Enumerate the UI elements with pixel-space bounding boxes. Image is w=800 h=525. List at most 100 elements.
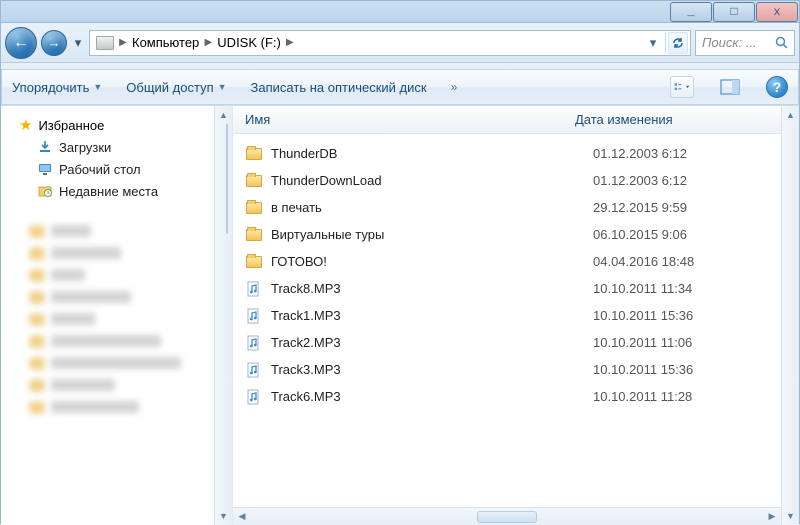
arrow-left-icon: ← bbox=[13, 35, 29, 51]
sidebar-item-label: Недавние места bbox=[59, 184, 158, 199]
folder-icon bbox=[29, 245, 45, 261]
item-name: ThunderDownLoad bbox=[271, 173, 593, 188]
item-name: Track8.MP3 bbox=[271, 281, 593, 296]
minimize-button[interactable]: _ bbox=[670, 2, 712, 22]
item-name: Track6.MP3 bbox=[271, 389, 593, 404]
item-date: 01.12.2003 6:12 bbox=[593, 173, 799, 188]
folder-icon bbox=[29, 355, 45, 371]
scroll-left-icon[interactable]: ◀ bbox=[233, 511, 251, 522]
sidebar-item-blurred[interactable]: . bbox=[1, 396, 232, 418]
sidebar-item-recent[interactable]: Недавние места bbox=[1, 180, 232, 202]
horizontal-scroll-thumb[interactable] bbox=[477, 511, 537, 523]
item-date: 29.12.2015 9:59 bbox=[593, 200, 799, 215]
item-date: 10.10.2011 11:34 bbox=[593, 281, 799, 296]
chevron-right-icon[interactable]: ▶ bbox=[285, 37, 295, 48]
sidebar-item-downloads[interactable]: Загрузки bbox=[1, 136, 232, 158]
list-item[interactable]: ThunderDB01.12.2003 6:12 bbox=[233, 140, 799, 167]
sidebar-item-blurred[interactable]: . bbox=[1, 352, 232, 374]
sidebar-item-blurred[interactable]: . bbox=[1, 286, 232, 308]
item-name: Виртуальные туры bbox=[271, 227, 593, 242]
sidebar-item-blurred[interactable]: . bbox=[1, 242, 232, 264]
item-date: 10.10.2011 15:36 bbox=[593, 308, 799, 323]
close-button[interactable]: x bbox=[756, 2, 798, 22]
item-name: Track3.MP3 bbox=[271, 362, 593, 377]
sidebar-item-blurred[interactable]: . bbox=[1, 264, 232, 286]
list-item[interactable]: Track6.MP310.10.2011 11:28 bbox=[233, 383, 799, 410]
recent-icon bbox=[37, 183, 53, 199]
list-item[interactable]: Track2.MP310.10.2011 11:06 bbox=[233, 329, 799, 356]
column-name[interactable]: Имя bbox=[245, 112, 575, 127]
sidebar-item-desktop[interactable]: Рабочий стол bbox=[1, 158, 232, 180]
folder-icon bbox=[29, 267, 45, 283]
content-scrollbar-horizontal[interactable]: ◀ ▶ bbox=[233, 507, 781, 525]
folder-icon bbox=[29, 333, 45, 349]
search-input[interactable]: Поиск: ... bbox=[695, 30, 795, 56]
maximize-button[interactable]: □ bbox=[713, 2, 755, 22]
scroll-up-icon[interactable]: ▲ bbox=[786, 106, 795, 124]
views-button[interactable] bbox=[670, 76, 694, 98]
list-item[interactable]: Track8.MP310.10.2011 11:34 bbox=[233, 275, 799, 302]
list-item[interactable]: Track3.MP310.10.2011 15:36 bbox=[233, 356, 799, 383]
item-date: 10.10.2011 11:06 bbox=[593, 335, 799, 350]
forward-button[interactable]: → bbox=[41, 30, 67, 56]
sidebar-item-blurred[interactable]: . bbox=[1, 220, 232, 242]
downloads-icon bbox=[37, 139, 53, 155]
list-item[interactable]: Track1.MP310.10.2011 15:36 bbox=[233, 302, 799, 329]
list-item[interactable]: Виртуальные туры06.10.2015 9:06 bbox=[233, 221, 799, 248]
content-scrollbar-vertical[interactable]: ▲ ▼ bbox=[781, 106, 799, 525]
sidebar-item-blurred[interactable]: . bbox=[1, 374, 232, 396]
scroll-down-icon[interactable]: ▼ bbox=[219, 507, 228, 525]
item-name: ГОТОВО! bbox=[271, 254, 593, 269]
navigation-bar: ← → ▾ ▶ Компьютер ▶ UDISK (F:) ▶ ▾ Поиск… bbox=[1, 23, 799, 63]
sidebar-item-label: Загрузки bbox=[59, 140, 111, 155]
scroll-down-icon[interactable]: ▼ bbox=[786, 507, 795, 525]
history-dropdown[interactable]: ▾ bbox=[71, 27, 85, 59]
list-item[interactable]: в печать29.12.2015 9:59 bbox=[233, 194, 799, 221]
item-name: в печать bbox=[271, 200, 593, 215]
scroll-right-icon[interactable]: ▶ bbox=[763, 511, 781, 522]
breadcrumb-drive[interactable]: UDISK (F:) bbox=[213, 31, 285, 55]
search-icon bbox=[774, 35, 790, 51]
sidebar: ★ Избранное Загрузки Рабочий стол Недавние… bbox=[1, 106, 233, 525]
body: ★ Избранное Загрузки Рабочий стол Недавние… bbox=[1, 105, 799, 525]
burn-disc-button[interactable]: Записать на оптический диск bbox=[251, 80, 427, 95]
arrow-right-icon: → bbox=[48, 36, 61, 49]
organize-button[interactable]: Упорядочить▼ bbox=[12, 80, 102, 95]
address-dropdown[interactable]: ▾ bbox=[643, 32, 663, 54]
address-bar[interactable]: ▶ Компьютер ▶ UDISK (F:) ▶ ▾ bbox=[89, 30, 691, 56]
help-button[interactable]: ? bbox=[766, 76, 788, 98]
sidebar-scroll-thumb[interactable] bbox=[226, 124, 228, 234]
item-name: Track1.MP3 bbox=[271, 308, 593, 323]
list-item[interactable]: ThunderDownLoad01.12.2003 6:12 bbox=[233, 167, 799, 194]
sidebar-favorites-header[interactable]: ★ Избранное bbox=[1, 114, 232, 136]
sidebar-item-blurred[interactable]: . bbox=[1, 308, 232, 330]
chevron-down-icon: ▼ bbox=[218, 82, 227, 92]
folder-icon bbox=[245, 172, 263, 190]
share-button[interactable]: Общий доступ▼ bbox=[126, 80, 226, 95]
preview-pane-icon bbox=[720, 79, 740, 95]
item-date: 06.10.2015 9:06 bbox=[593, 227, 799, 242]
refresh-button[interactable] bbox=[668, 32, 688, 54]
folder-icon bbox=[29, 289, 45, 305]
item-date: 10.10.2011 11:28 bbox=[593, 389, 799, 404]
desktop-icon bbox=[37, 161, 53, 177]
audio-file-icon bbox=[245, 361, 263, 379]
back-button[interactable]: ← bbox=[5, 27, 37, 59]
preview-pane-button[interactable] bbox=[718, 76, 742, 98]
column-date[interactable]: Дата изменения bbox=[575, 112, 799, 127]
chevron-down-icon: ▼ bbox=[93, 82, 102, 92]
list-item[interactable]: ГОТОВО!04.04.2016 18:48 bbox=[233, 248, 799, 275]
sidebar-scrollbar[interactable]: ▲ ▼ bbox=[214, 106, 232, 525]
chevron-right-icon[interactable]: ▶ bbox=[118, 37, 128, 48]
toolbar: Упорядочить▼ Общий доступ▼ Записать на о… bbox=[1, 69, 799, 105]
chevron-right-icon[interactable]: ▶ bbox=[203, 37, 213, 48]
search-placeholder: Поиск: ... bbox=[702, 35, 757, 50]
scroll-up-icon[interactable]: ▲ bbox=[219, 106, 228, 124]
sidebar-item-blurred[interactable]: . bbox=[1, 330, 232, 352]
column-headers: Имя Дата изменения bbox=[233, 106, 799, 134]
overflow-button[interactable]: » bbox=[451, 80, 458, 94]
title-bar: _ □ x bbox=[1, 1, 799, 23]
audio-file-icon bbox=[245, 307, 263, 325]
breadcrumb-computer[interactable]: Компьютер bbox=[128, 31, 203, 55]
audio-file-icon bbox=[245, 280, 263, 298]
